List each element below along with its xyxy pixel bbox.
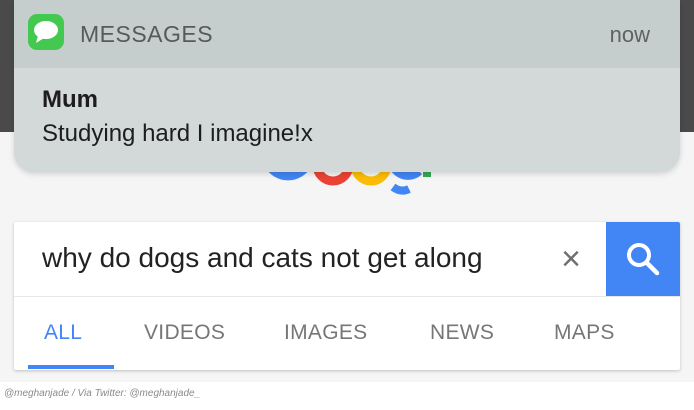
search-bar: why do dogs and cats not get along ×	[14, 222, 680, 297]
tab-all[interactable]: ALL	[44, 321, 82, 345]
tab-videos[interactable]: VIDEOS	[144, 321, 225, 345]
search-button[interactable]	[606, 222, 680, 296]
notification-app-name: MESSAGES	[80, 21, 214, 47]
tab-images[interactable]: IMAGES	[284, 321, 367, 345]
active-tab-indicator	[28, 365, 114, 369]
search-card: why do dogs and cats not get along × ALL…	[14, 222, 680, 370]
notification-message: Studying hard I imagine!x	[42, 120, 313, 147]
notification-time: now	[609, 22, 650, 47]
tab-maps[interactable]: MAPS	[554, 321, 615, 345]
image-caption: @meghanjade / Via Twitter: @meghanjade_	[4, 388, 201, 399]
tab-news[interactable]: NEWS	[430, 321, 494, 345]
search-icon	[627, 243, 660, 276]
message-notification[interactable]: MESSAGES now Mum Studying hard I imagine…	[14, 0, 680, 172]
notification-header: MESSAGES now	[14, 0, 680, 68]
search-tabs: ALL VIDEOS IMAGES NEWS MAPS	[14, 297, 680, 370]
clear-icon[interactable]: ×	[556, 242, 586, 276]
phone-screen: why do dogs and cats not get along × ALL…	[0, 0, 694, 382]
search-input[interactable]: why do dogs and cats not get along	[42, 242, 483, 274]
messages-app-icon	[28, 14, 64, 50]
speech-bubble-icon	[34, 21, 58, 43]
notification-sender: Mum	[42, 86, 98, 113]
